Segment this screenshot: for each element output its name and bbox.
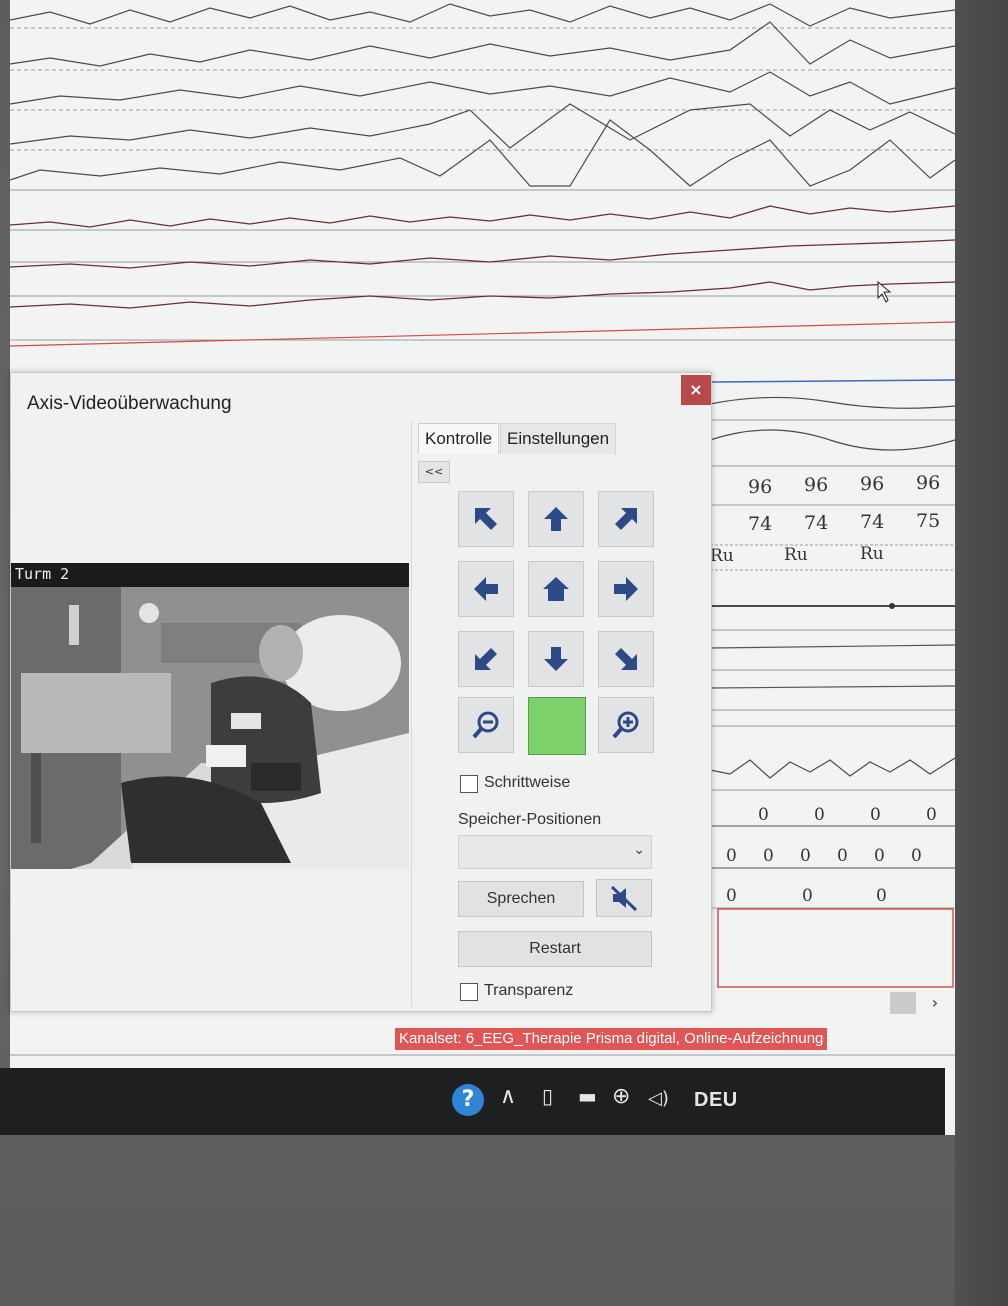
readout-label: Ru	[710, 546, 734, 566]
tab-einstellungen[interactable]: Einstellungen	[500, 423, 617, 454]
pan-left-button[interactable]	[458, 561, 514, 617]
pan-down-button[interactable]	[528, 631, 584, 687]
tab-kontrolle[interactable]: Kontrolle	[418, 423, 500, 454]
status-badge: Kanalset: 6_EEG_Therapie Prisma digital,…	[395, 1028, 828, 1050]
camera-label: Turm 2	[15, 565, 70, 583]
camera-label-bar: Turm 2	[11, 563, 409, 587]
speaker-icon[interactable]: ◁)	[648, 1088, 669, 1109]
readout-label: Ru	[784, 545, 808, 565]
arrow-down-left-icon	[475, 648, 497, 670]
readout-value: 96	[804, 474, 829, 496]
arrow-up-icon	[544, 507, 568, 531]
scrollbar-thumb[interactable]	[890, 992, 916, 1014]
arrow-right-icon	[614, 577, 638, 601]
arrow-up-left-icon	[475, 508, 497, 530]
pan-up-button[interactable]	[528, 491, 584, 547]
scroll-right-icon[interactable]: ›	[925, 992, 945, 1014]
globe-icon[interactable]: ⊕	[612, 1084, 630, 1109]
readout-value: 0	[758, 805, 769, 825]
readout-value: 0	[763, 846, 774, 866]
readout-value: 0	[814, 805, 825, 825]
readout-value: 96	[916, 472, 941, 494]
presets-label: Speicher-Positionen	[458, 811, 602, 828]
readout-value: 0	[800, 846, 811, 866]
chevron-up-icon[interactable]: ∧	[500, 1084, 516, 1109]
readout-label: Ru	[860, 544, 884, 564]
readout-value: 0	[911, 846, 922, 866]
transparency-label: Transparenz	[484, 982, 574, 999]
zoom-in-icon	[612, 711, 639, 739]
speak-button[interactable]: Sprechen	[458, 881, 584, 917]
readout-value: 0	[726, 886, 737, 906]
readout-value: 0	[802, 886, 813, 906]
zoom-out-button[interactable]	[458, 697, 514, 753]
home-button[interactable]	[528, 561, 584, 617]
arrow-up-right-icon	[615, 508, 637, 530]
readout-value: 0	[726, 846, 737, 866]
home-icon	[543, 577, 569, 601]
readout-value: 96	[748, 476, 773, 498]
monitor-side-bezel	[955, 0, 1008, 1306]
readout-value: 0	[926, 805, 937, 825]
speaker-muted-icon	[610, 885, 638, 912]
pan-down-left-button[interactable]	[458, 631, 514, 687]
pan-right-button[interactable]	[598, 561, 654, 617]
presets-dropdown[interactable]: ⌄	[458, 835, 652, 869]
battery-icon[interactable]: ▬	[578, 1084, 597, 1108]
stepwise-checkbox[interactable]	[460, 775, 478, 793]
zoom-out-icon	[472, 711, 499, 739]
device-icon[interactable]: ▯	[542, 1084, 553, 1108]
readout-value: 74	[804, 512, 829, 534]
video-frame	[11, 587, 409, 869]
close-button[interactable]: ×	[681, 375, 711, 405]
language-indicator[interactable]: DEU	[694, 1089, 738, 1112]
help-icon[interactable]: ?	[452, 1084, 484, 1116]
readout-value: 75	[916, 510, 941, 532]
video-surveillance-window[interactable]: Axis-Videoüberwachung × Turm 2 Kontrolle	[10, 372, 712, 1012]
restart-button[interactable]: Restart	[458, 931, 652, 967]
pan-down-right-button[interactable]	[598, 631, 654, 687]
pan-up-right-button[interactable]	[598, 491, 654, 547]
readout-value: 74	[748, 513, 773, 535]
collapse-button[interactable]: <<	[418, 461, 450, 483]
video-feed[interactable]: Turm 2	[11, 563, 409, 869]
arrow-down-icon	[544, 647, 568, 671]
readout-value: 74	[860, 511, 885, 533]
pan-up-left-button[interactable]	[458, 491, 514, 547]
window-title: Axis-Videoüberwachung	[27, 393, 232, 414]
arrow-down-right-icon	[615, 648, 637, 670]
status-indicator	[528, 697, 586, 755]
zoom-in-button[interactable]	[598, 697, 654, 753]
readout-value: 0	[876, 886, 887, 906]
control-panel: Kontrolle Einstellungen << Schrittweise …	[411, 421, 710, 1007]
arrow-left-icon	[474, 577, 498, 601]
transparency-checkbox[interactable]	[460, 983, 478, 1001]
readout-value: 96	[860, 473, 885, 495]
stepwise-label: Schrittweise	[484, 774, 571, 791]
chevron-down-icon: ⌄	[633, 842, 645, 858]
readout-value: 0	[874, 846, 885, 866]
readout-value: 0	[837, 846, 848, 866]
readout-value: 0	[870, 805, 881, 825]
mute-button[interactable]	[596, 879, 652, 917]
